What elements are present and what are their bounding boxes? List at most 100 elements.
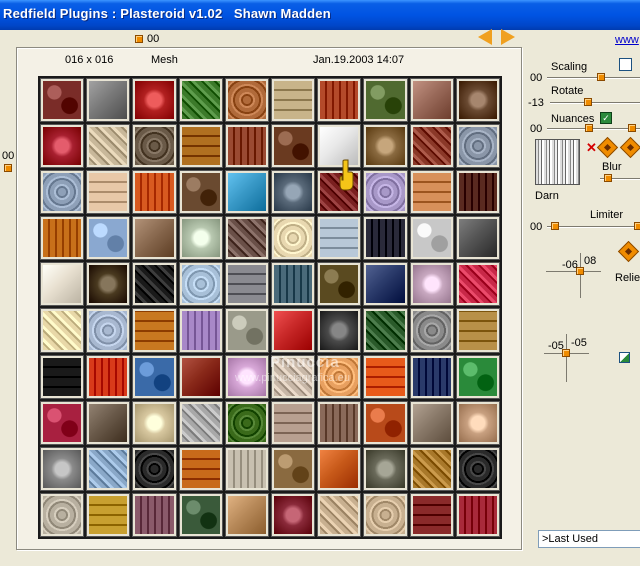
texture-cell[interactable] bbox=[318, 309, 361, 352]
texture-cell[interactable] bbox=[318, 493, 361, 536]
texture-cell[interactable] bbox=[41, 125, 84, 168]
texture-cell[interactable] bbox=[133, 263, 176, 306]
offset-cross-vertical[interactable] bbox=[566, 334, 567, 382]
texture-cell[interactable] bbox=[272, 401, 315, 444]
rotate-slider[interactable] bbox=[550, 102, 640, 104]
texture-cell[interactable] bbox=[272, 493, 315, 536]
relief-cross-horizontal[interactable] bbox=[546, 271, 601, 272]
texture-cell[interactable] bbox=[41, 263, 84, 306]
texture-cell[interactable] bbox=[364, 401, 407, 444]
scaling-slider[interactable] bbox=[547, 77, 640, 79]
texture-cell[interactable] bbox=[272, 79, 315, 122]
texture-cell[interactable] bbox=[179, 493, 222, 536]
texture-cell[interactable] bbox=[456, 79, 499, 122]
texture-cell[interactable] bbox=[41, 309, 84, 352]
texture-cell[interactable] bbox=[87, 401, 130, 444]
relief-diamond-icon[interactable] bbox=[617, 240, 640, 263]
scaling-checkbox[interactable] bbox=[619, 58, 632, 71]
texture-cell[interactable] bbox=[133, 309, 176, 352]
scaling-slider-knob[interactable] bbox=[597, 73, 605, 81]
left-slider-knob[interactable] bbox=[4, 164, 12, 172]
texture-cell[interactable] bbox=[87, 171, 130, 214]
texture-cell[interactable] bbox=[410, 125, 453, 168]
close-icon[interactable]: ✕ bbox=[586, 140, 597, 156]
texture-cell[interactable] bbox=[272, 217, 315, 260]
texture-cell[interactable] bbox=[87, 125, 130, 168]
texture-cell[interactable] bbox=[272, 309, 315, 352]
texture-cell[interactable] bbox=[41, 217, 84, 260]
texture-cell[interactable] bbox=[318, 401, 361, 444]
blur-slider-knob[interactable] bbox=[604, 174, 612, 182]
texture-cell[interactable] bbox=[410, 309, 453, 352]
texture-cell[interactable] bbox=[272, 263, 315, 306]
texture-cell[interactable] bbox=[410, 79, 453, 122]
texture-cell[interactable] bbox=[364, 125, 407, 168]
texture-cell[interactable] bbox=[225, 493, 268, 536]
reset-diamond-icon[interactable] bbox=[619, 136, 640, 159]
texture-cell[interactable] bbox=[456, 217, 499, 260]
texture-cell[interactable] bbox=[225, 401, 268, 444]
rotate-slider-knob[interactable] bbox=[584, 98, 592, 106]
relief-cross-vertical[interactable] bbox=[580, 253, 581, 298]
texture-cell[interactable] bbox=[179, 125, 222, 168]
texture-cell[interactable] bbox=[225, 171, 268, 214]
texture-cell[interactable] bbox=[318, 79, 361, 122]
texture-cell[interactable] bbox=[364, 79, 407, 122]
randomize-diamond-icon[interactable] bbox=[596, 136, 619, 159]
texture-cell[interactable] bbox=[272, 125, 315, 168]
texture-cell[interactable] bbox=[456, 309, 499, 352]
texture-cell[interactable] bbox=[41, 355, 84, 398]
texture-cell[interactable] bbox=[41, 401, 84, 444]
texture-cell[interactable] bbox=[225, 447, 268, 490]
limiter-slider-knob[interactable] bbox=[551, 222, 559, 230]
texture-cell[interactable] bbox=[364, 355, 407, 398]
texture-cell[interactable] bbox=[318, 263, 361, 306]
texture-cell[interactable] bbox=[179, 79, 222, 122]
texture-cell[interactable] bbox=[410, 171, 453, 214]
texture-cell[interactable] bbox=[41, 447, 84, 490]
website-link[interactable]: www bbox=[615, 34, 639, 46]
nuances-toggle[interactable]: ✓ bbox=[600, 112, 612, 124]
texture-cell[interactable] bbox=[272, 447, 315, 490]
texture-cell[interactable] bbox=[272, 171, 315, 214]
texture-cell[interactable] bbox=[179, 447, 222, 490]
nuances-slider-knob[interactable] bbox=[585, 124, 593, 132]
texture-cell[interactable] bbox=[364, 263, 407, 306]
texture-cell[interactable] bbox=[179, 171, 222, 214]
texture-cell[interactable] bbox=[456, 401, 499, 444]
previous-arrow-icon[interactable] bbox=[478, 29, 492, 45]
limiter-slider-knob-2[interactable] bbox=[634, 222, 640, 230]
texture-cell[interactable] bbox=[133, 493, 176, 536]
texture-cell[interactable] bbox=[179, 355, 222, 398]
texture-cell[interactable] bbox=[87, 309, 130, 352]
texture-cell[interactable] bbox=[41, 171, 84, 214]
texture-cell[interactable] bbox=[364, 171, 407, 214]
texture-cell[interactable] bbox=[364, 447, 407, 490]
texture-cell[interactable] bbox=[133, 79, 176, 122]
texture-cell[interactable] bbox=[87, 447, 130, 490]
texture-cell[interactable] bbox=[456, 263, 499, 306]
texture-cell[interactable] bbox=[87, 355, 130, 398]
counter-knob[interactable] bbox=[135, 35, 143, 43]
texture-cell[interactable] bbox=[410, 493, 453, 536]
preview-thumbnail[interactable] bbox=[535, 139, 580, 185]
texture-cell[interactable] bbox=[87, 79, 130, 122]
texture-cell[interactable] bbox=[133, 355, 176, 398]
nuances-slider[interactable] bbox=[547, 128, 640, 130]
texture-cell[interactable] bbox=[225, 217, 268, 260]
texture-cell[interactable] bbox=[456, 447, 499, 490]
nuances-slider-knob-2[interactable] bbox=[628, 124, 636, 132]
texture-cell[interactable] bbox=[318, 447, 361, 490]
texture-cell[interactable] bbox=[456, 493, 499, 536]
texture-cell[interactable] bbox=[410, 355, 453, 398]
texture-cell[interactable] bbox=[41, 79, 84, 122]
texture-cell[interactable] bbox=[133, 125, 176, 168]
option-checkbox[interactable] bbox=[619, 352, 630, 363]
texture-cell[interactable] bbox=[225, 79, 268, 122]
texture-cell[interactable] bbox=[410, 217, 453, 260]
texture-cell[interactable] bbox=[364, 309, 407, 352]
texture-cell[interactable] bbox=[133, 401, 176, 444]
texture-cell[interactable] bbox=[87, 263, 130, 306]
texture-cell[interactable] bbox=[410, 401, 453, 444]
texture-cell[interactable] bbox=[225, 309, 268, 352]
